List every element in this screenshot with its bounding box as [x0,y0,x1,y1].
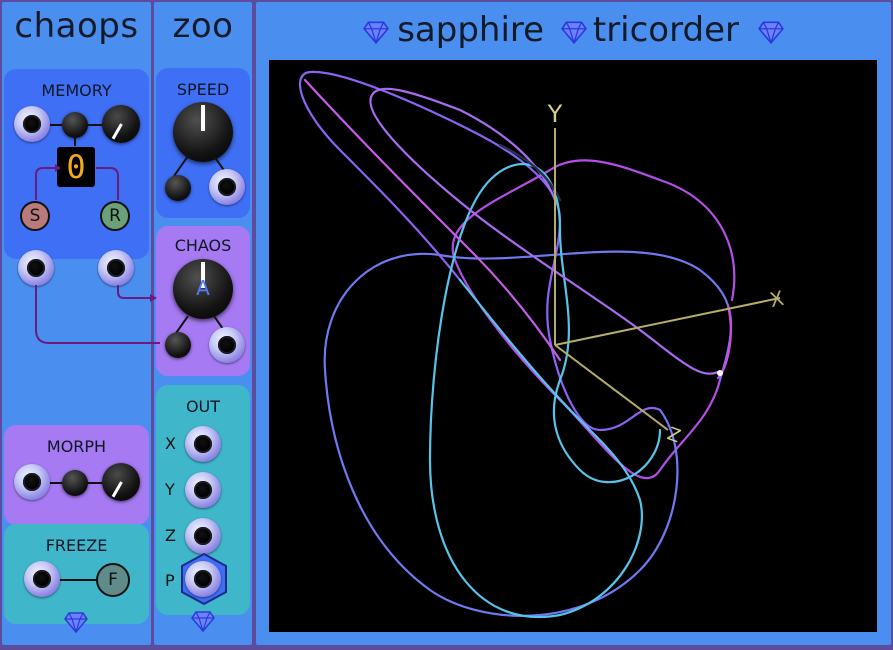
sapphire-gem-icon [363,20,390,45]
tricorder-panel: sapphire tricorder Y X Z [256,2,891,645]
sapphire-gem-icon [757,20,784,45]
tricorder-title: sapphire tricorder [256,8,891,52]
tricorder-title-word1: sapphire [397,10,545,50]
current-position-dot [717,370,723,376]
tricorder-title-word2: tricorder [592,10,739,50]
axis-y-label: Y [547,100,563,128]
sapphire-gem-icon [560,20,587,45]
recall-arrow-icon [150,294,157,302]
store-arrow-icon [55,164,61,172]
tricorder-display: Y X Z [269,60,877,632]
